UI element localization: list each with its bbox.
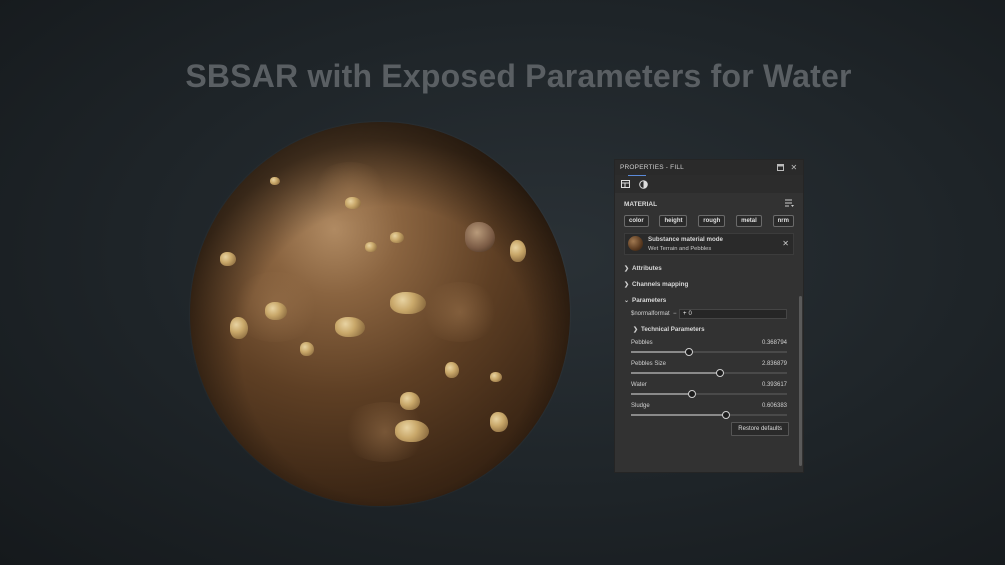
parameter-value[interactable]: 2.836879 — [762, 361, 787, 367]
parameter-slider-row: Pebbles 0.368794 — [615, 338, 803, 359]
parameter-value[interactable]: 0.393617 — [762, 382, 787, 388]
channel-chips: color height rough metal nrm — [615, 215, 803, 227]
parameter-list: Pebbles 0.368794 Pebbles Size 2.836879 Water… — [615, 338, 803, 422]
channel-chip-height[interactable]: height — [659, 215, 688, 227]
slider-fill — [631, 414, 727, 416]
material-section-title: MATERIAL — [624, 200, 658, 208]
parameter-name: Sludge — [631, 403, 650, 409]
remove-material-icon[interactable]: ✕ — [782, 239, 789, 248]
parameter-slider[interactable] — [631, 411, 787, 419]
parameter-slider[interactable] — [631, 348, 787, 356]
slider-handle[interactable] — [687, 390, 696, 398]
channel-chip-nrm[interactable]: nrm — [772, 215, 794, 227]
slider-fill — [631, 393, 692, 395]
tab-material-icon[interactable] — [638, 178, 648, 190]
close-icon[interactable]: ✕ — [790, 163, 798, 172]
parameter-slider-row: Pebbles Size 2.836879 — [615, 359, 803, 380]
parameter-value[interactable]: 0.368794 — [762, 340, 787, 346]
chevron-right-icon: ❯ — [633, 326, 639, 333]
technical-parameters-toggle[interactable]: ❯ Technical Parameters — [615, 320, 803, 338]
popout-icon[interactable] — [776, 164, 784, 172]
material-section-header: MATERIAL — [615, 193, 803, 215]
channel-chip-rough[interactable]: rough — [698, 215, 726, 227]
slider-fill — [631, 372, 720, 374]
parameter-name: Pebbles — [631, 340, 653, 346]
parameter-slider-row: Sludge 0.606383 — [615, 401, 803, 422]
chevron-down-icon: ⌄ — [624, 297, 630, 304]
technical-parameters-label: Technical Parameters — [641, 325, 705, 333]
parameter-name: Pebbles Size — [631, 361, 667, 367]
parameters-toggle[interactable]: ⌄ Parameters — [615, 292, 803, 308]
slider-fill — [631, 351, 689, 353]
normalformat-value: 0 — [688, 311, 692, 317]
normalformat-input[interactable]: + 0 — [679, 309, 787, 319]
material-thumbnail — [628, 236, 643, 251]
panel-scrollbar[interactable] — [799, 296, 802, 466]
channel-chip-color[interactable]: color — [624, 215, 649, 227]
mode-subtitle: Wet Terrain and Pebbles — [648, 246, 712, 252]
material-preview-sphere — [190, 122, 570, 506]
normalformat-row: $normalformat − + 0 — [615, 308, 803, 320]
material-options-icon[interactable] — [785, 199, 794, 209]
page-headline: SBSAR with Exposed Parameters for Water — [185, 58, 852, 94]
channels-mapping-toggle[interactable]: ❯ Channels mapping — [615, 276, 803, 292]
tab-layer-properties-icon[interactable] — [620, 175, 646, 190]
parameter-slider[interactable] — [631, 369, 787, 377]
attributes-label: Attributes — [632, 264, 662, 272]
parameter-name: Water — [631, 382, 647, 388]
mode-title: Substance material mode — [648, 236, 723, 243]
slider-handle[interactable] — [722, 411, 731, 419]
parameters-label: Parameters — [632, 296, 667, 304]
panel-tabs — [615, 175, 803, 193]
restore-defaults-button[interactable]: Restore defaults — [731, 422, 789, 436]
channel-chip-metal[interactable]: metal — [736, 215, 762, 227]
chevron-right-icon: ❯ — [624, 281, 630, 288]
caret-icon: + — [683, 311, 687, 317]
panel-header: PROPERTIES - FILL ✕ — [615, 160, 803, 175]
normalformat-label: $normalformat — [631, 311, 670, 317]
attributes-toggle[interactable]: ❯ Attributes — [615, 260, 803, 276]
parameter-slider-row: Water 0.393617 — [615, 380, 803, 401]
parameter-value[interactable]: 0.606383 — [762, 403, 787, 409]
slider-handle[interactable] — [715, 369, 724, 377]
slider-handle[interactable] — [684, 348, 693, 356]
channels-mapping-label: Channels mapping — [632, 280, 689, 288]
chevron-right-icon: ❯ — [624, 265, 630, 272]
properties-fill-panel: PROPERTIES - FILL ✕ MATERIAL color heigh… — [614, 159, 804, 473]
panel-title: PROPERTIES - FILL — [620, 164, 684, 171]
substance-material-mode[interactable]: Substance material mode Wet Terrain and … — [624, 233, 794, 255]
parameter-slider[interactable] — [631, 390, 787, 398]
